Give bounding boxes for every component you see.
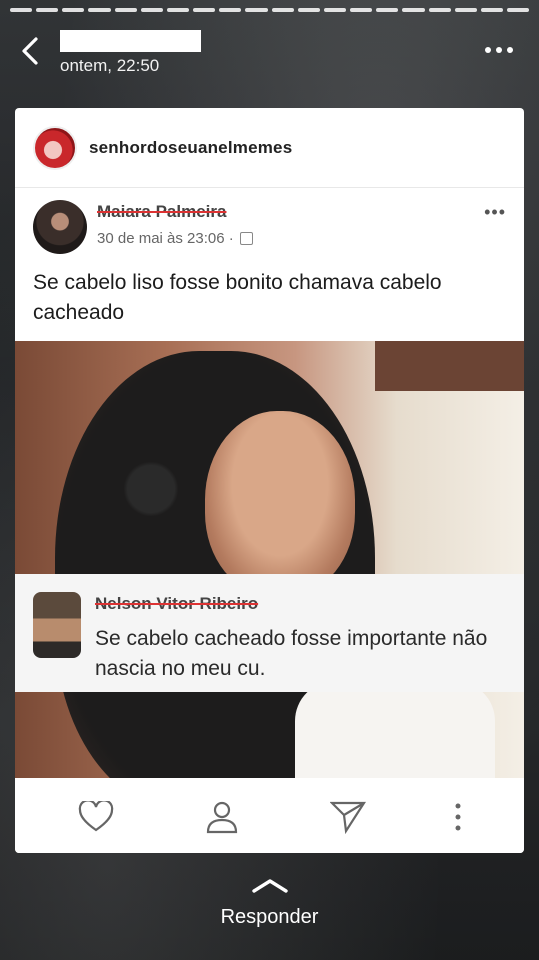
redacted-name bbox=[60, 30, 201, 52]
progress-segment bbox=[193, 8, 216, 12]
post-header: senhordoseuanelmemes bbox=[15, 108, 524, 188]
progress-segment bbox=[245, 8, 268, 12]
reply-label: Responder bbox=[220, 906, 319, 928]
photo-background-beam bbox=[375, 341, 524, 391]
back-button[interactable] bbox=[18, 36, 48, 70]
share-button[interactable] bbox=[329, 798, 367, 836]
photo-face bbox=[205, 411, 355, 596]
progress-segment bbox=[10, 8, 33, 12]
more-options-button[interactable] bbox=[485, 44, 519, 56]
more-vertical-icon bbox=[455, 803, 461, 831]
photo-shirt bbox=[295, 681, 495, 778]
send-icon bbox=[330, 801, 366, 834]
account-username[interactable]: senhordoseuanelmemes bbox=[89, 138, 292, 158]
progress-segment bbox=[323, 8, 347, 12]
progress-segment bbox=[114, 8, 137, 12]
fb-post-meta: 30 de mai às 23:06 · bbox=[97, 230, 253, 247]
progress-segment bbox=[36, 8, 59, 12]
progress-segment bbox=[428, 8, 451, 12]
chevron-up-icon bbox=[251, 879, 288, 893]
comment-author-name: Nelson Vitor Ribeiro bbox=[95, 594, 259, 613]
progress-segment bbox=[297, 8, 320, 12]
fb-author-avatar bbox=[33, 200, 87, 254]
story-timestamp: ontem, 22:50 bbox=[60, 56, 160, 75]
fb-comment: Nelson Vitor Ribeiro Se cabelo cacheado … bbox=[15, 574, 524, 692]
more-horizontal-icon bbox=[507, 47, 513, 53]
story-progress-bar bbox=[10, 8, 530, 14]
more-horizontal-icon bbox=[496, 47, 502, 53]
fb-author-name: Maiara Palmeira bbox=[97, 202, 227, 221]
more-horizontal-icon bbox=[485, 47, 491, 53]
progress-segment bbox=[506, 8, 530, 12]
progress-segment bbox=[219, 8, 242, 12]
progress-segment bbox=[402, 8, 425, 12]
globe-icon bbox=[239, 232, 253, 245]
profile-button[interactable] bbox=[203, 798, 241, 836]
reply-button[interactable]: Responder bbox=[0, 875, 539, 929]
progress-segment bbox=[62, 8, 85, 12]
progress-segment bbox=[88, 8, 111, 12]
options-button[interactable] bbox=[439, 798, 477, 836]
progress-segment bbox=[376, 8, 399, 12]
chevron-left-icon bbox=[22, 37, 38, 65]
shared-post-card: senhordoseuanelmemes Maiara Palmeira 30 … bbox=[15, 108, 524, 853]
comment-author-avatar bbox=[33, 592, 81, 658]
heart-icon bbox=[78, 801, 114, 832]
progress-segment bbox=[480, 8, 503, 12]
progress-segment bbox=[454, 8, 477, 12]
post-photo bbox=[15, 341, 524, 778]
progress-segment bbox=[166, 8, 190, 12]
story-header: ontem, 22:50 bbox=[0, 28, 539, 80]
avatar[interactable] bbox=[33, 126, 77, 170]
fb-post-text: Se cabelo liso fosse bonito chamava cabe… bbox=[33, 271, 442, 324]
facebook-post-screenshot: Maiara Palmeira 30 de mai às 23:06 · •••… bbox=[15, 190, 524, 342]
progress-segment bbox=[350, 8, 373, 12]
like-button[interactable] bbox=[77, 798, 115, 836]
progress-segment bbox=[271, 8, 294, 12]
post-actions-bar bbox=[15, 778, 524, 853]
progress-segment bbox=[140, 8, 163, 12]
user-icon bbox=[206, 801, 238, 834]
fb-options-icon: ••• bbox=[484, 202, 506, 222]
fb-post-date: 30 de mai às 23:06 · bbox=[97, 230, 234, 247]
comment-text: Se cabelo cacheado fosse importante não … bbox=[95, 627, 488, 680]
